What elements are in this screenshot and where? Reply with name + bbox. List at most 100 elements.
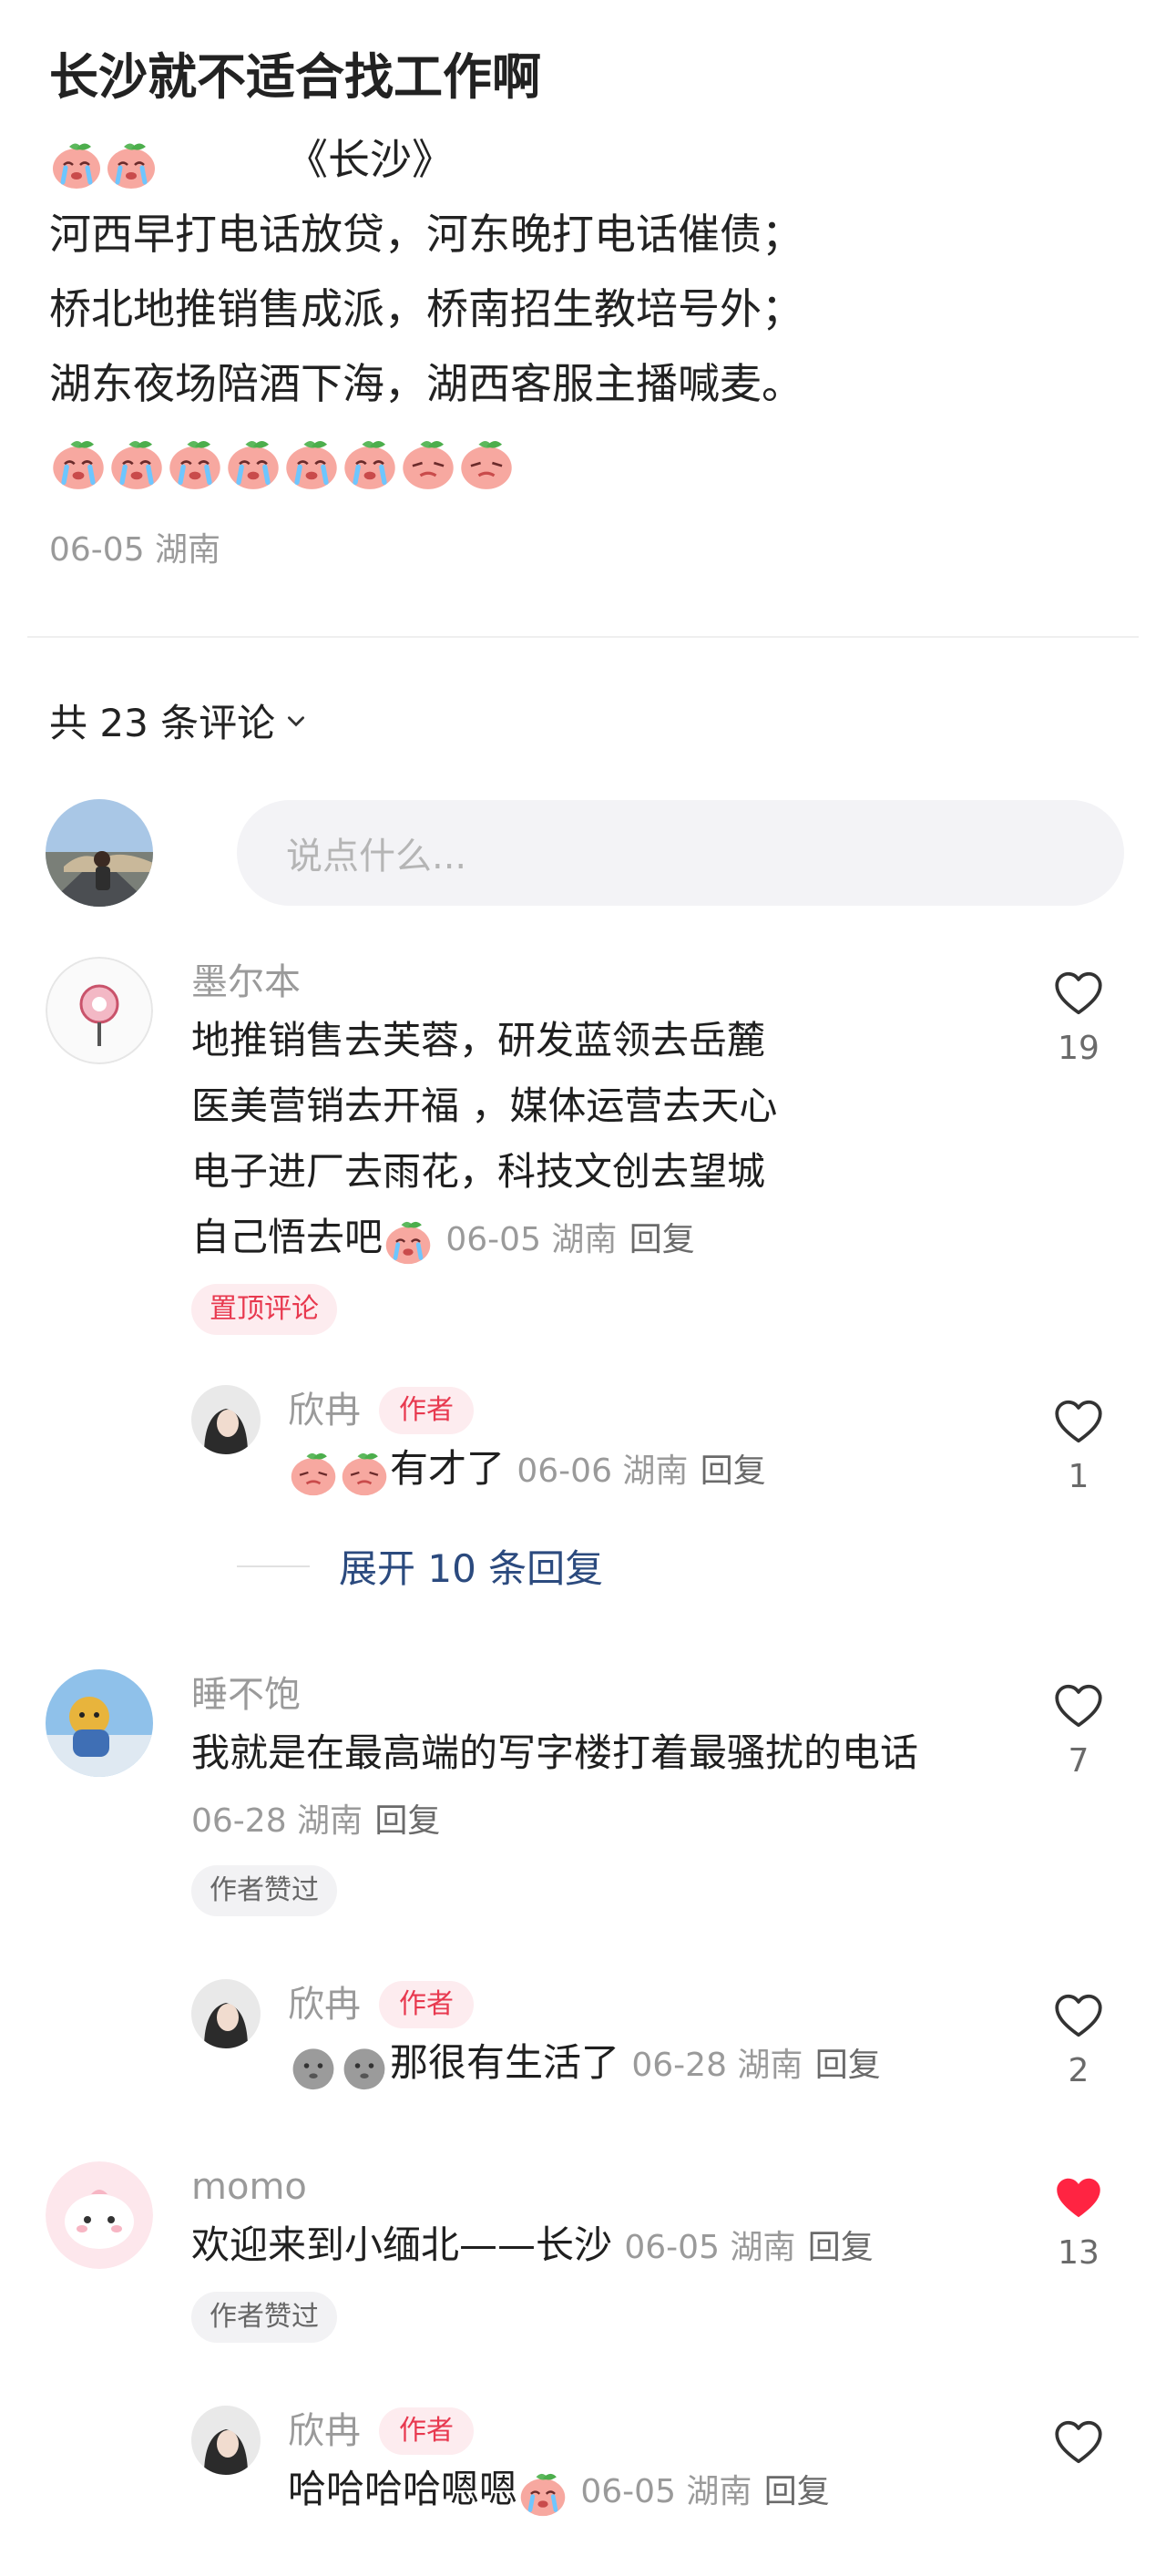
comment-date-location: 06-05 湖南 [445,1221,618,1258]
like-button[interactable] [1033,2415,1124,2473]
reply-text: 哈哈哈哈嗯嗯 [288,2467,518,2511]
like-count: 7 [1068,1742,1089,1780]
reply-link[interactable]: 回复 [808,2229,874,2266]
expand-replies-label: 展开 10 条回复 [339,1546,604,1591]
author-liked-badge: 作者赞过 [191,1865,337,1916]
reply-body: 欣冉 作者 那很有生活了 06-28 湖南 回复 [288,1979,980,2099]
replier-avatar[interactable] [191,1385,261,1454]
note-line: 桥北地推销售成派，桥南招生教培号外； [49,284,803,334]
expand-replies-link[interactable]: 展开 10 条回复 [237,1538,603,1594]
comment-text-line: 电子进厂去雨花，科技文创去望城 [191,1149,766,1194]
note-line: 《长沙》 [49,122,1124,197]
replier-name[interactable]: 欣冉 [288,1385,361,1436]
comment-date-location: 06-28 湖南 [191,1802,363,1840]
heart-outline-icon [1051,1988,1106,2043]
reply-date-location: 06-06 湖南 [517,1452,689,1490]
comment-text-line: 医美营销去开福 ，媒体运营去天心 [191,1083,778,1128]
comment-meta-line: 06-28 湖南 回复 [191,1786,975,1854]
note-body: 《长沙》 河西早打电话放贷，河东晚打电话催债； 桥北地推销售成派，桥南招生教培号… [49,122,1124,496]
note-line: 河西早打电话放贷，河东晚打电话催债； [49,210,803,259]
author-tag: 作者 [379,1981,474,2028]
crying-peach-emoji-icon [166,433,224,491]
comment-body: 墨尔本 地推销售去芙蓉，研发蓝领去岳麓 医美营销去开福 ，媒体运营去天心 电子进… [191,957,975,1335]
reply-date-location: 06-28 湖南 [631,2047,803,2084]
heart-filled-icon [1051,2171,1106,2225]
note-title: 长沙就不适合找工作啊 [49,48,541,106]
reply-link[interactable]: 回复 [374,1802,440,1840]
commenter-name[interactable]: momo [191,2161,975,2212]
commenter-name[interactable]: 睡不饱 [191,1669,975,1720]
replier-name-row: 欣冉 作者 [288,2406,980,2457]
crying-peach-emoji-icon [517,2467,568,2518]
reply-body: 欣冉 作者 有才了 06-06 湖南 回复 [288,1385,980,1504]
replier-avatar[interactable] [191,1979,261,2048]
crying-peach-emoji-icon [49,136,104,190]
reply-date-location: 06-05 湖南 [580,2473,752,2510]
commenter-avatar[interactable] [46,957,153,1064]
comment-composer: 说点什么... [46,798,1124,908]
comment-input[interactable]: 说点什么... [237,800,1124,906]
comment-text: 欢迎来到小缅北——长沙 [191,2222,613,2267]
replier-name[interactable]: 欣冉 [288,1979,361,2030]
reply-text-line: 那很有生活了 06-28 湖南 回复 [288,2030,980,2099]
replier-name-row: 欣冉 作者 [288,1385,980,1436]
like-button[interactable]: 2 [1033,1988,1124,2089]
crying-peach-emoji-icon [107,433,166,491]
commenter-name[interactable]: 墨尔本 [191,957,975,1008]
comment-item: momo 欢迎来到小缅北——长沙 06-05 湖南 回复 作者赞过 13 欣冉 … [46,2161,1124,2562]
crying-peach-emoji-icon [341,433,399,491]
reply-link[interactable]: 回复 [764,2473,830,2510]
blushing-peach-emoji-icon [339,1446,390,1497]
crying-peach-emoji-icon [49,433,107,491]
my-avatar[interactable] [46,799,153,907]
like-count: 1 [1068,1458,1089,1495]
comment-item: 睡不饱 我就是在最高端的写字楼打着最骚扰的电话 06-28 湖南 回复 作者赞过… [46,1669,1124,2098]
heart-outline-icon [1051,2415,1106,2469]
like-button[interactable]: 19 [1033,966,1124,1067]
note-date-location: 06-05 湖南 [49,531,221,569]
heart-outline-icon [1051,1678,1106,1733]
blushing-peach-emoji-icon [399,433,457,491]
comment-body: momo 欢迎来到小缅北——长沙 06-05 湖南 回复 作者赞过 [191,2161,975,2343]
note-line: 湖东夜场陪酒下海，湖西客服主播喊麦。 [49,359,803,408]
comment-text-line: 地推销售去芙蓉，研发蓝领去岳麓 [191,1018,766,1062]
rock-face-emoji-icon [288,2040,339,2091]
comment-count-toggle[interactable]: 共 23 条评论 [49,693,308,748]
crying-peach-emoji-icon [383,1215,434,1266]
reply-link[interactable]: 回复 [815,2047,881,2084]
comment-text-line: 我就是在最高端的写字楼打着最骚扰的电话 [191,1730,919,1775]
replier-avatar[interactable] [191,2406,261,2475]
commenter-avatar[interactable] [46,1669,153,1777]
reply-text-line: 哈哈哈哈嗯嗯 06-05 湖南 回复 [288,2457,980,2525]
comment-body: 睡不饱 我就是在最高端的写字楼打着最骚扰的电话 06-28 湖南 回复 作者赞过 [191,1669,975,1916]
heart-outline-icon [1051,1394,1106,1449]
note-content: 长沙就不适合找工作啊 《长沙》 河西早打电话放贷，河东晚打电话催债； 桥北地推销… [49,36,1124,570]
comment-text-tail: 自己悟去吧 [191,1215,384,1259]
expand-divider [237,1565,310,1567]
comment-text-line: 自己悟去吧 06-05 湖南 回复 [191,1205,975,1273]
like-button[interactable]: 13 [1033,2171,1124,2272]
reply-item: 欣冉 作者 有才了 06-06 湖南 回复 1 [46,1385,1124,1485]
blushing-peach-emoji-icon [288,1446,339,1497]
note-emoji-line [49,421,1124,496]
rock-face-emoji-icon [339,2040,390,2091]
like-button[interactable]: 7 [1033,1678,1124,1780]
blushing-peach-emoji-icon [457,433,516,491]
reply-link[interactable]: 回复 [629,1221,695,1258]
comment-date-location: 06-05 湖南 [624,2229,796,2266]
like-button[interactable]: 1 [1033,1394,1124,1495]
reply-link[interactable]: 回复 [701,1452,766,1490]
like-count: 19 [1058,1030,1100,1067]
author-liked-badge: 作者赞过 [191,2292,337,2343]
divider [27,636,1139,638]
replier-name[interactable]: 欣冉 [288,2406,361,2457]
author-tag: 作者 [379,1387,474,1434]
reply-text-line: 有才了 06-06 湖南 回复 [288,1436,980,1504]
comment-count-label: 共 23 条评论 [49,701,276,745]
crying-peach-emoji-icon [282,433,341,491]
commenter-avatar[interactable] [46,2161,153,2269]
author-tag: 作者 [379,2407,474,2455]
reply-text: 有才了 [390,1446,506,1491]
reply-body: 欣冉 作者 哈哈哈哈嗯嗯 06-05 湖南 回复 [288,2406,980,2525]
replier-name-row: 欣冉 作者 [288,1979,980,2030]
